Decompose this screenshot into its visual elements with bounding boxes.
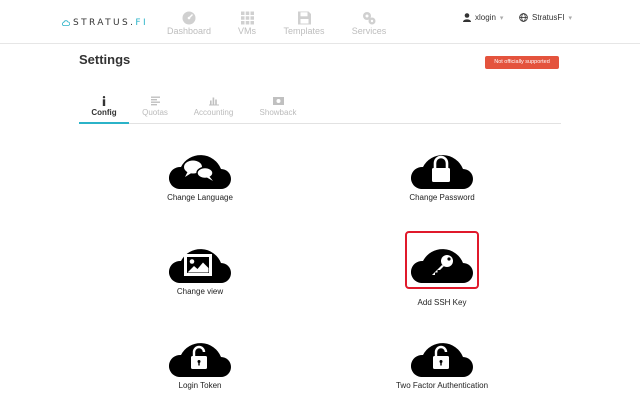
nav-vms[interactable]: VMs	[217, 11, 277, 36]
key-icon	[411, 249, 473, 283]
user-label: xlogin	[475, 13, 496, 22]
dashboard-icon	[182, 11, 196, 25]
nav-dashboard-label: Dashboard	[166, 26, 212, 36]
tab-config[interactable]: Config	[79, 94, 129, 124]
unlock-icon	[169, 343, 231, 377]
user-icon	[463, 13, 471, 22]
tile-add-ssh-key-label: Add SSH Key	[417, 298, 467, 307]
floppy-icon	[297, 11, 311, 25]
tile-two-factor-auth[interactable]: Two Factor Authentication	[352, 331, 532, 390]
org-label: StratusFI	[532, 13, 565, 22]
services-icon	[363, 12, 376, 25]
brand-logo[interactable]: STRATUS.FI	[62, 17, 148, 29]
nav-services[interactable]: Services	[339, 11, 399, 36]
tile-add-ssh-key[interactable]: Add SSH Key	[352, 231, 532, 307]
tab-showback[interactable]: Showback	[253, 94, 303, 124]
unlock-icon	[411, 343, 473, 377]
nav-vms-label: VMs	[238, 26, 256, 36]
nav-templates-label: Templates	[283, 26, 325, 36]
tab-config-label: Config	[91, 108, 117, 117]
list-icon	[150, 96, 160, 106]
tile-change-password-label: Change Password	[409, 193, 475, 202]
tile-selection-frame	[405, 231, 479, 289]
tile-login-token[interactable]: Login Token	[110, 331, 290, 390]
info-icon	[102, 96, 106, 106]
brand-name: STRATUS.FI	[73, 18, 149, 28]
nav-dashboard[interactable]: Dashboard	[159, 11, 219, 36]
tile-change-view[interactable]: Change view	[110, 237, 290, 296]
globe-icon	[519, 13, 528, 22]
speech-bubbles-icon	[169, 155, 231, 189]
image-icon	[169, 249, 231, 283]
tab-quotas-label: Quotas	[142, 108, 168, 117]
bar-chart-icon	[208, 97, 219, 106]
tile-change-language-label: Change Language	[167, 193, 233, 202]
user-menu[interactable]: xlogin ▾	[463, 13, 503, 22]
tile-change-view-label: Change view	[176, 287, 224, 296]
tile-two-factor-auth-label: Two Factor Authentication	[395, 381, 489, 390]
lock-icon	[411, 155, 473, 189]
chevron-down-icon: ▾	[499, 14, 504, 22]
tab-quotas[interactable]: Quotas	[134, 94, 176, 124]
money-icon	[272, 97, 284, 105]
tile-change-language[interactable]: Change Language	[110, 143, 290, 202]
nav-services-label: Services	[351, 26, 387, 36]
nav-templates[interactable]: Templates	[274, 11, 334, 36]
page-title: Settings	[79, 52, 131, 67]
grid-icon	[240, 11, 254, 25]
tile-login-token-label: Login Token	[178, 381, 222, 390]
tab-accounting-label: Accounting	[193, 108, 234, 117]
unsupported-badge: Not officially supported	[485, 56, 559, 69]
tab-showback-label: Showback	[259, 108, 297, 117]
cloud-logo-icon	[62, 20, 70, 26]
org-menu[interactable]: StratusFI ▾	[519, 13, 572, 22]
top-navbar: STRATUS.FI Dashboard VMs Templates Servi…	[0, 0, 640, 44]
settings-tabs: Config Quotas Accounting Showback	[79, 94, 561, 124]
tile-change-password[interactable]: Change Password	[352, 143, 532, 202]
chevron-down-icon: ▾	[568, 14, 572, 22]
tab-accounting[interactable]: Accounting	[186, 94, 241, 124]
